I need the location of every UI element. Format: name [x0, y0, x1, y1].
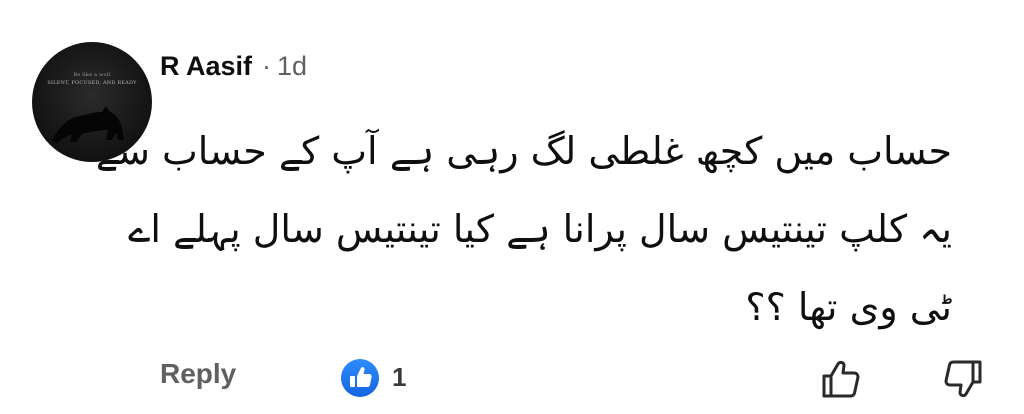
comment: Be like a wolf SILENT, FOCUSED, AND READ…: [0, 0, 1024, 414]
comment-text-line: حساب میں کچھ غلطی لگ رہی ہے آپ کے حساب س…: [95, 129, 952, 173]
comment-text-line: ٹی وی تھا ؟؟: [745, 285, 952, 329]
comment-actions: Reply 1: [0, 340, 1024, 414]
timestamp[interactable]: 1d: [277, 51, 307, 82]
thumb-up-icon[interactable]: [818, 356, 864, 402]
comment-header: R Aasif · 1d: [160, 46, 307, 86]
comment-text-line: یہ کلپ تینتیس سال پرانا ہے کیا تینتیس سا…: [128, 207, 952, 251]
author-name[interactable]: R Aasif: [160, 51, 252, 82]
like-count: 1: [392, 362, 407, 392]
comment-text: حساب میں کچھ غلطی لگ رہی ہے آپ کے حساب س…: [95, 112, 952, 346]
thumb-down-icon[interactable]: [940, 356, 986, 402]
separator-dot: ·: [262, 50, 272, 81]
like-badge-icon: [341, 359, 379, 397]
reply-button[interactable]: Reply: [160, 358, 236, 390]
